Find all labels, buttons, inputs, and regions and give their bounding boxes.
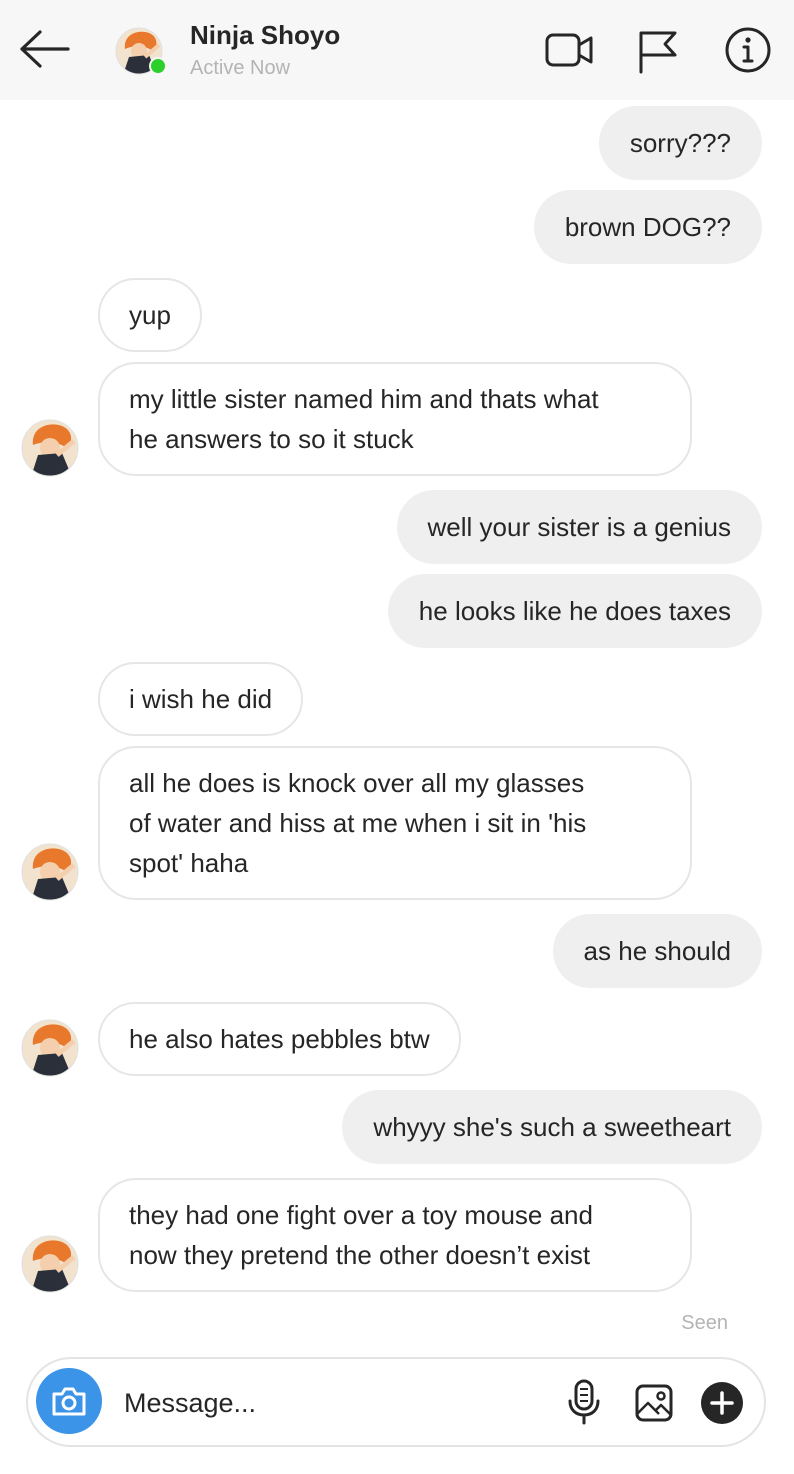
chat-header: Ninja Shoyo Active Now xyxy=(0,0,794,100)
outgoing-message[interactable]: as he should xyxy=(552,914,762,988)
incoming-message[interactable]: they had one fight over a toy mouse and … xyxy=(98,1178,692,1292)
flag-icon[interactable] xyxy=(636,28,680,74)
incoming-message[interactable]: all he does is knock over all my glasses… xyxy=(98,746,692,900)
camera-icon xyxy=(52,1387,86,1416)
incoming-message[interactable]: i wish he did xyxy=(98,662,304,736)
sender-avatar[interactable] xyxy=(21,1235,79,1293)
back-arrow-icon[interactable] xyxy=(18,28,72,70)
outgoing-message[interactable]: brown DOG?? xyxy=(533,190,762,264)
camera-button[interactable] xyxy=(36,1368,102,1434)
sender-avatar[interactable] xyxy=(21,1019,79,1077)
video-call-icon[interactable] xyxy=(544,28,594,72)
microphone-icon[interactable] xyxy=(566,1379,602,1425)
info-icon[interactable] xyxy=(724,26,772,74)
plus-icon[interactable] xyxy=(700,1381,744,1425)
sender-avatar[interactable] xyxy=(21,843,79,901)
gallery-icon[interactable] xyxy=(634,1383,674,1423)
outgoing-message[interactable]: well your sister is a genius xyxy=(396,490,762,564)
sender-avatar[interactable] xyxy=(21,419,79,477)
online-status-dot xyxy=(149,57,167,75)
active-status: Active Now xyxy=(190,57,291,79)
seen-indicator: Seen xyxy=(681,1312,728,1334)
outgoing-message[interactable]: he looks like he does taxes xyxy=(387,574,762,648)
message-composer xyxy=(26,1357,766,1447)
outgoing-message[interactable]: sorry??? xyxy=(598,106,762,180)
incoming-message[interactable]: my little sister named him and thats wha… xyxy=(98,362,692,476)
incoming-message[interactable]: yup xyxy=(98,278,202,352)
message-input[interactable] xyxy=(122,1377,546,1429)
outgoing-message[interactable]: whyyy she's such a sweetheart xyxy=(342,1090,762,1164)
contact-name[interactable]: Ninja Shoyo xyxy=(190,20,340,51)
incoming-message[interactable]: he also hates pebbles btw xyxy=(98,1002,461,1076)
